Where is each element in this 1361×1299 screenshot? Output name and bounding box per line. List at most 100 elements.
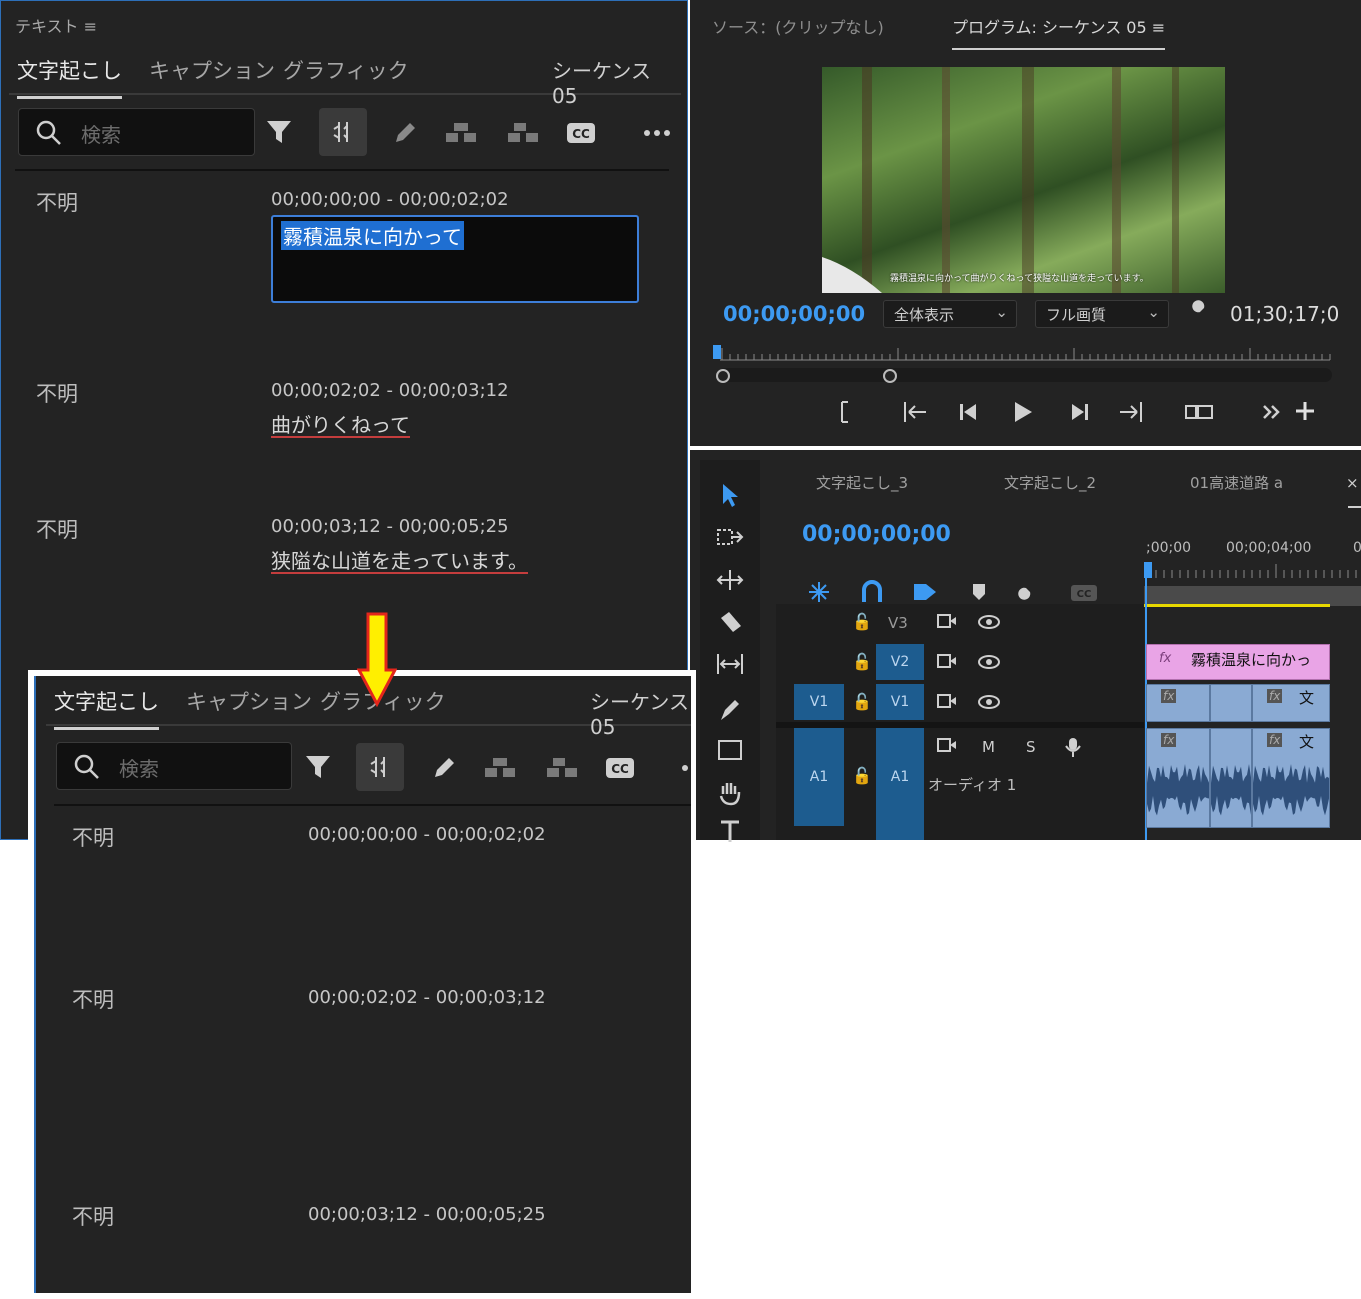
quality-dropdown[interactable]: フル画質 ⌄ xyxy=(1035,300,1169,328)
insert-icon[interactable] xyxy=(1184,402,1214,427)
merge-alt-icon[interactable] xyxy=(542,748,582,788)
eye-icon[interactable] xyxy=(978,694,1000,714)
caption-edit-field[interactable]: 霧積温泉に向かって xyxy=(271,215,639,303)
timeline-timecode[interactable]: 00;00;00;00 xyxy=(802,522,951,547)
pencil-icon[interactable] xyxy=(424,748,464,788)
pen-tool-icon[interactable] xyxy=(714,696,746,728)
tab-source[interactable]: ソース：(クリップなし) xyxy=(712,14,884,38)
step-back-icon[interactable] xyxy=(958,402,980,427)
chevron-down-icon: ⌄ xyxy=(1147,303,1160,321)
timeline-ruler[interactable] xyxy=(1144,560,1361,610)
program-ruler[interactable] xyxy=(710,340,1340,390)
speaker-label[interactable]: 不明 xyxy=(36,187,78,217)
sync-lock-icon[interactable] xyxy=(936,736,958,758)
razor-tool-icon[interactable] xyxy=(714,610,746,642)
slip-tool-icon[interactable] xyxy=(714,652,746,682)
speaker-label[interactable]: 不明 xyxy=(72,984,114,1014)
toolbar-divider xyxy=(54,804,691,806)
source-patch[interactable]: A1 xyxy=(794,728,844,826)
pencil-icon[interactable] xyxy=(385,113,425,153)
tab-transcription[interactable]: 文字起こし xyxy=(17,55,122,99)
tab-captions[interactable]: キャプション xyxy=(149,55,275,85)
sync-lock-icon[interactable] xyxy=(936,612,958,634)
close-icon[interactable]: × xyxy=(1346,474,1359,492)
lock-icon[interactable]: 🔓 xyxy=(852,692,872,711)
marker-icon[interactable] xyxy=(970,582,988,606)
playhead xyxy=(713,345,721,359)
mark-out-icon[interactable] xyxy=(838,400,852,429)
tab-captions[interactable]: キャプション xyxy=(186,686,312,716)
solo-button[interactable]: S xyxy=(1026,738,1036,756)
tab-transcription[interactable]: 文字起こし xyxy=(54,686,159,730)
sync-lock-icon[interactable] xyxy=(936,652,958,674)
add-button-icon[interactable] xyxy=(1294,400,1316,427)
more-icon[interactable] xyxy=(637,113,677,153)
audio-clip[interactable]: fx 文 xyxy=(1252,728,1330,828)
microphone-icon[interactable] xyxy=(1064,736,1082,762)
caption-text[interactable]: 狭隘な山道を走っています。 xyxy=(271,545,528,574)
search-input[interactable]: 検索 xyxy=(18,108,255,156)
zoom-dropdown[interactable]: 全体表示 ⌄ xyxy=(883,300,1017,328)
tab-program[interactable]: プログラム: シーケンス 05 ≡ xyxy=(952,14,1166,50)
tools-panel xyxy=(700,460,760,842)
play-icon[interactable] xyxy=(1012,400,1034,429)
text-toolbar: 検索 CC xyxy=(1,101,687,161)
filter-icon[interactable] xyxy=(298,746,338,786)
ripple-edit-tool-icon[interactable] xyxy=(714,568,746,598)
source-patch[interactable]: V1 xyxy=(794,684,844,720)
track-select-tool-icon[interactable] xyxy=(714,526,746,554)
sync-lock-icon[interactable] xyxy=(936,692,958,714)
speaker-label[interactable]: 不明 xyxy=(72,822,114,852)
go-to-out-icon[interactable] xyxy=(1118,400,1144,429)
program-timecode[interactable]: 00;00;00;00 xyxy=(723,302,865,326)
more-controls-icon[interactable] xyxy=(1262,400,1282,429)
merge-icon[interactable] xyxy=(441,113,481,153)
selection-tool-icon[interactable] xyxy=(714,482,746,514)
eye-icon[interactable] xyxy=(978,614,1000,634)
go-to-in-icon[interactable] xyxy=(902,400,928,429)
step-forward-icon[interactable] xyxy=(1068,402,1090,427)
wrench-icon[interactable] xyxy=(1186,300,1212,332)
svg-text:CC: CC xyxy=(611,762,629,776)
tab-graphics[interactable]: グラフィック xyxy=(283,55,409,85)
audio-clip[interactable]: fx xyxy=(1146,728,1210,828)
speaker-label[interactable]: 不明 xyxy=(36,514,78,544)
speaker-label[interactable]: 不明 xyxy=(72,1201,114,1231)
merge-alt-icon[interactable] xyxy=(503,113,543,153)
split-icon[interactable] xyxy=(319,108,367,156)
selected-caption-text[interactable]: 霧積温泉に向かって xyxy=(281,221,464,250)
timeline-cc-icon[interactable]: CC xyxy=(1070,584,1098,606)
type-tool-icon[interactable] xyxy=(714,818,746,850)
eye-icon[interactable] xyxy=(978,654,1000,674)
lock-icon[interactable]: 🔓 xyxy=(852,652,872,671)
track-name[interactable]: V1 xyxy=(876,684,924,720)
split-icon[interactable] xyxy=(356,743,404,791)
merge-icon[interactable] xyxy=(480,748,520,788)
audio-clip[interactable] xyxy=(1210,728,1252,828)
active-tab-underline xyxy=(1348,506,1361,508)
track-name[interactable]: V2 xyxy=(876,644,924,680)
speaker-label[interactable]: 不明 xyxy=(36,378,78,408)
cc-icon[interactable]: CC xyxy=(561,113,601,153)
caption-text[interactable]: 曲がりくねって xyxy=(271,409,410,438)
timeline-tab[interactable]: 文字起こし_2 xyxy=(1004,472,1096,493)
mute-button[interactable]: M xyxy=(982,738,995,756)
cc-icon[interactable]: CC xyxy=(600,748,640,788)
timeline-tab[interactable]: 01高速道路 a xyxy=(1190,472,1283,493)
timeline-tab[interactable]: 文字起こし_3 xyxy=(816,472,908,493)
video-clip[interactable] xyxy=(1210,684,1252,722)
caption-clip[interactable]: fx 霧積温泉に向かっ xyxy=(1146,644,1330,680)
filter-icon[interactable] xyxy=(259,111,299,151)
more-icon[interactable] xyxy=(670,748,690,788)
video-clip[interactable]: fx 文 xyxy=(1252,684,1330,722)
zoomed-text-panel: 文字起こし キャプション グラフィック シーケンス 05 検索 CC 不明 00… xyxy=(34,676,691,1293)
entry-timecode: 00;00;00;00 - 00;00;02;02 xyxy=(271,189,509,210)
track-name[interactable]: A1 xyxy=(876,728,924,840)
search-input[interactable]: 検索 xyxy=(56,742,292,790)
video-clip[interactable]: fx xyxy=(1146,684,1210,722)
track-name[interactable]: V3 xyxy=(888,614,908,632)
lock-icon[interactable]: 🔓 xyxy=(852,766,872,785)
hand-tool-icon[interactable] xyxy=(714,780,746,812)
lock-icon[interactable]: 🔓 xyxy=(852,612,872,631)
rectangle-tool-icon[interactable] xyxy=(714,738,746,768)
